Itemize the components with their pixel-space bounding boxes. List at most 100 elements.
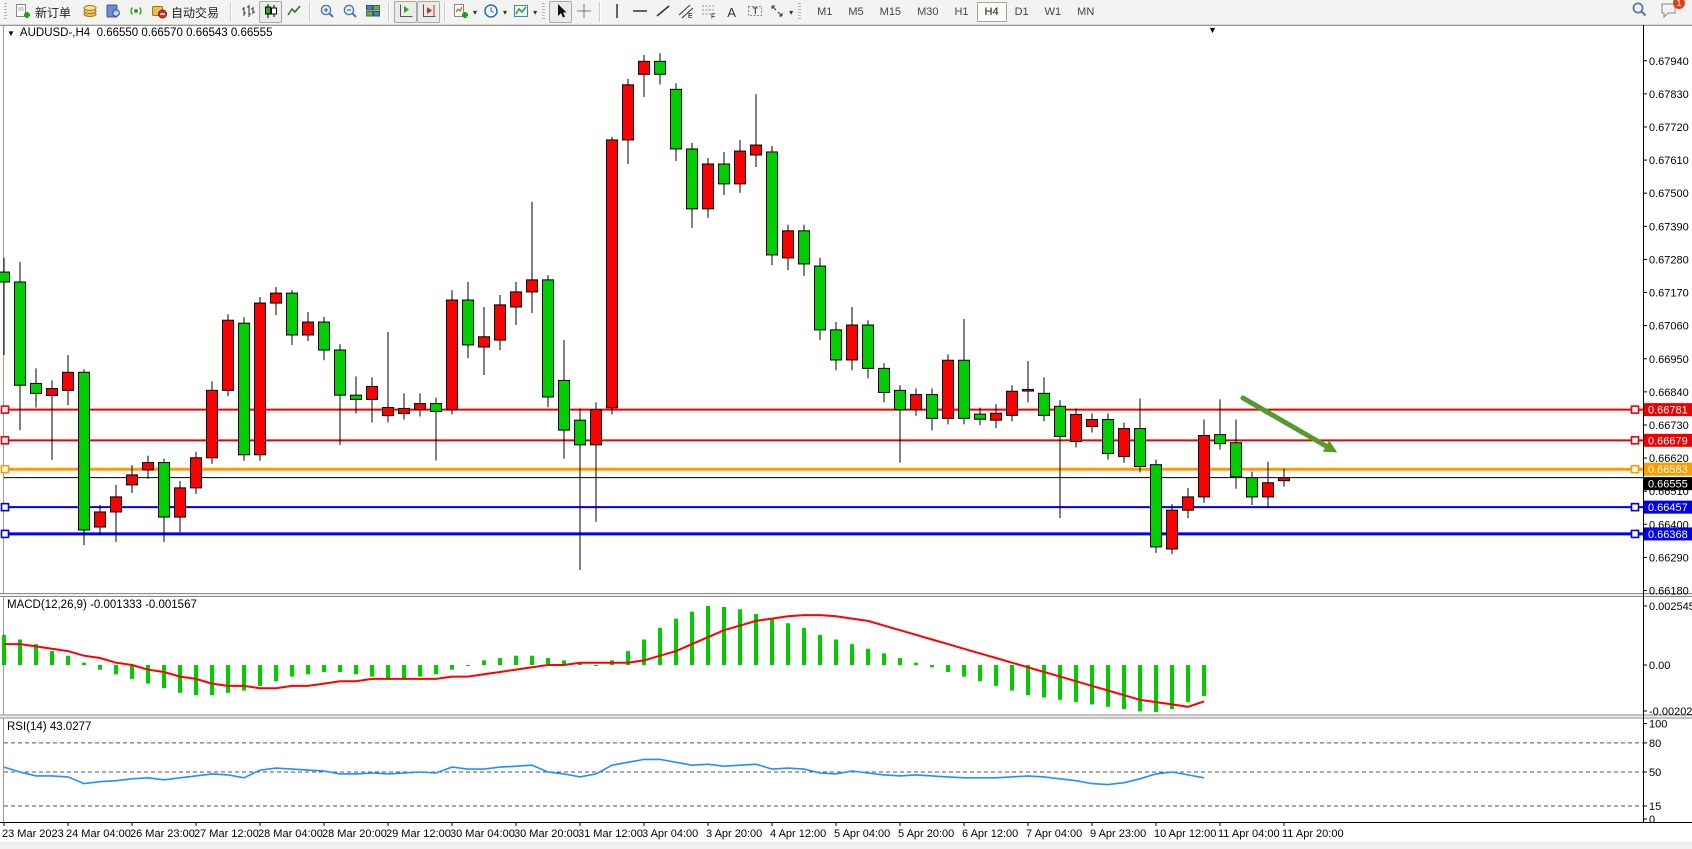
cursor-tool-button[interactable]	[549, 1, 572, 23]
macd-histogram-bar	[466, 665, 470, 666]
macd-histogram-bar	[546, 658, 550, 665]
timeframe-d1-button[interactable]: D1	[1007, 2, 1037, 22]
dropdown-caret-icon[interactable]: ▾	[473, 8, 477, 17]
macd-histogram-bar	[818, 635, 822, 665]
dropdown-caret-icon[interactable]: ▾	[503, 8, 507, 17]
candle	[159, 463, 170, 517]
chart-canvas[interactable]: 0.679400.678300.677200.676100.675000.673…	[0, 0, 1692, 849]
candle	[415, 404, 426, 410]
horizontal-line-tool-button[interactable]	[628, 1, 651, 23]
timeframe-h4-button[interactable]: H4	[977, 2, 1007, 22]
candle	[1247, 478, 1258, 497]
window-bottom-strip	[0, 842, 1692, 849]
tile-windows-button[interactable]	[361, 1, 384, 23]
candle	[527, 280, 538, 292]
line-handle[interactable]	[2, 466, 9, 473]
macd-histogram-bar	[434, 665, 438, 674]
zoom-out-button[interactable]	[338, 1, 361, 23]
line-handle[interactable]	[2, 530, 9, 537]
object-anchor-icon[interactable]: ▼	[1208, 25, 1217, 35]
quotes-button[interactable]	[78, 1, 101, 23]
rsi-indicator-label: RSI(14) 43.0277	[7, 721, 91, 733]
chart-title: ▼ AUDUSD-,H4 0.66550 0.66570 0.66543 0.6…	[7, 27, 272, 39]
candle	[79, 372, 90, 530]
arrows-tool-button[interactable]: ▾	[766, 1, 796, 23]
macd-histogram-bar	[722, 607, 726, 665]
chart-collapse-icon[interactable]: ▼	[7, 29, 15, 38]
line-handle[interactable]	[2, 504, 9, 511]
candle	[863, 325, 874, 368]
new-order-button[interactable]: 新订单	[11, 1, 78, 23]
text-tool-button[interactable]: A	[720, 1, 743, 23]
candle	[479, 337, 490, 347]
candle	[671, 89, 682, 149]
candle	[1023, 389, 1034, 391]
candle	[735, 151, 746, 184]
timeframe-m1-button[interactable]: M1	[809, 2, 840, 22]
notifications-button[interactable]: 1	[1660, 2, 1678, 23]
signals-button[interactable]	[124, 1, 147, 23]
macd-histogram-bar	[1074, 665, 1078, 702]
market-watch-button[interactable]	[101, 1, 124, 23]
price-axis-label: 0.67830	[1649, 89, 1689, 101]
macd-histogram-bar	[930, 665, 934, 667]
toolbar-grip[interactable]	[798, 3, 801, 21]
line-handle[interactable]	[1632, 530, 1639, 537]
line-handle[interactable]	[1632, 466, 1639, 473]
chart-background[interactable]	[0, 25, 1692, 849]
line-handle[interactable]	[1632, 504, 1639, 511]
macd-histogram-bar	[162, 665, 166, 688]
timeframe-mn-button[interactable]: MN	[1069, 2, 1102, 22]
fibonacci-tool-button[interactable]: F	[697, 1, 720, 23]
candle	[655, 61, 666, 74]
timeframe-w1-button[interactable]: W1	[1037, 2, 1070, 22]
dropdown-caret-icon[interactable]: ▾	[789, 8, 793, 17]
timeframe-h1-button[interactable]: H1	[946, 2, 976, 22]
toolbar-grip[interactable]	[4, 3, 7, 21]
trendline-tool-button[interactable]	[651, 1, 674, 23]
bar-chart-mode-button[interactable]	[236, 1, 259, 23]
price-axis-badge-label: 0.66457	[1648, 502, 1688, 514]
line-chart-mode-button[interactable]	[282, 1, 305, 23]
candle	[303, 322, 314, 335]
zoom-in-button[interactable]	[315, 1, 338, 23]
line-handle[interactable]	[1632, 406, 1639, 413]
line-handle[interactable]	[2, 437, 9, 444]
line-handle[interactable]	[2, 406, 9, 413]
equidistant-channel-tool-button[interactable]: E	[674, 1, 697, 23]
candlestick-mode-button[interactable]	[259, 1, 282, 23]
chart-shift-button[interactable]	[394, 1, 417, 23]
candle	[1167, 510, 1178, 549]
dropdown-caret-icon[interactable]: ▾	[533, 8, 537, 17]
indicators-button[interactable]: ▾	[450, 1, 480, 23]
rsi-axis-label: 15	[1649, 801, 1661, 813]
timeframe-m30-button[interactable]: M30	[909, 2, 946, 22]
line-handle[interactable]	[1632, 437, 1639, 444]
vertical-line-tool-button[interactable]	[605, 1, 628, 23]
candle	[1199, 436, 1210, 497]
timeframe-m5-button[interactable]: M5	[840, 2, 871, 22]
auto-scroll-button[interactable]	[417, 1, 440, 23]
search-icon[interactable]	[1631, 1, 1648, 23]
zoom-out-icon	[342, 3, 358, 22]
macd-histogram-bar	[370, 665, 374, 677]
text-label-tool-button[interactable]: T	[743, 1, 766, 23]
candle	[31, 383, 42, 393]
macd-histogram-bar	[978, 665, 982, 681]
periods-button[interactable]: ▾	[480, 1, 510, 23]
candle	[783, 231, 794, 258]
template-icon	[513, 3, 529, 22]
cursor-icon	[553, 3, 569, 22]
crosshair-tool-button[interactable]	[572, 1, 595, 23]
svg-text:T: T	[752, 6, 758, 16]
macd-histogram-bar	[498, 658, 502, 665]
timeframe-m15-button[interactable]: M15	[872, 2, 909, 22]
macd-histogram-bar	[770, 619, 774, 665]
tile-windows-icon	[365, 3, 381, 22]
toolbar-grip[interactable]	[542, 3, 545, 21]
rsi-axis-label: 0	[1649, 814, 1655, 826]
macd-histogram-bar	[146, 665, 150, 684]
templates-button[interactable]: ▾	[510, 1, 540, 23]
macd-histogram-bar	[1122, 665, 1126, 709]
auto-trading-button[interactable]: 自动交易	[147, 1, 226, 23]
